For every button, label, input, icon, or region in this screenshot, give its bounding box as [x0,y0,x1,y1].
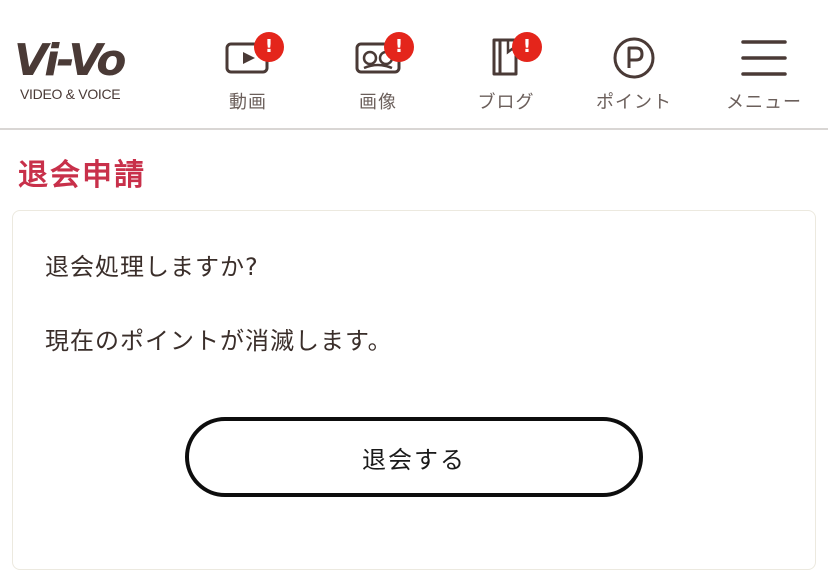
site-header: Vi-Vo VIDEO & VOICE ! 動画 ! 画像 ! ブログ ポイント… [0,0,828,130]
nav-video[interactable]: ! 動画 [198,32,298,114]
blog-alert-badge: ! [512,32,542,62]
video-play-icon: ! [224,32,284,82]
image-alert-badge: ! [384,32,414,62]
video-alert-badge: ! [254,32,284,62]
nav-blog[interactable]: ! ブログ [456,32,556,114]
confirm-question: 退会処理しますか? [45,253,259,281]
nav-video-label: 動画 [229,92,267,113]
points-warning: 現在のポイントが消滅します。 [45,327,393,355]
nav-blog-label: ブログ [477,92,535,113]
nav-menu-label: メニュー [726,92,802,113]
logo-mark: Vi-Vo [14,35,127,86]
logo-subtitle: VIDEO & VOICE [20,86,121,102]
nav-image[interactable]: ! 画像 [328,32,428,114]
vivo-logo[interactable]: Vi-Vo VIDEO & VOICE [14,38,144,108]
withdraw-button[interactable]: 退会する [185,417,643,497]
nav-image-label: 画像 [359,92,397,113]
point-p-icon-svg [613,37,655,79]
page-title: 退会申請 [18,158,146,193]
nav-point[interactable]: ポイント [584,34,684,114]
blog-book-icon: ! [482,32,542,82]
withdrawal-card: 退会処理しますか? 現在のポイントが消滅します。 退会する [12,210,816,570]
point-p-icon [610,34,658,82]
image-icon: ! [354,32,414,82]
nav-point-label: ポイント [596,92,672,113]
hamburger-menu-icon-svg [741,40,787,76]
hamburger-menu-icon [740,34,788,82]
nav-menu[interactable]: メニュー [714,34,814,114]
